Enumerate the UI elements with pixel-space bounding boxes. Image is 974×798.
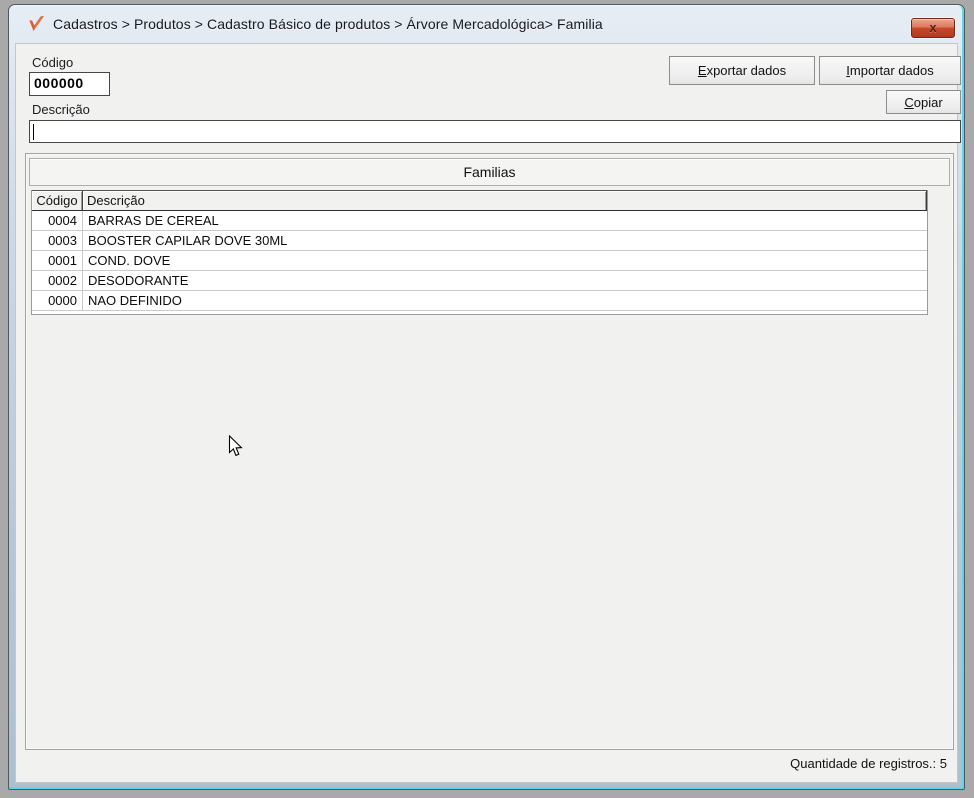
column-header-descricao[interactable]: Descrição [83,191,927,210]
cell-codigo: 0001 [32,251,83,270]
table-row[interactable]: 0004 BARRAS DE CEREAL [32,211,927,231]
titlebar[interactable]: Cadastros > Produtos > Cadastro Básico d… [9,5,964,43]
descricao-input[interactable] [29,120,961,143]
cell-codigo: 0000 [32,291,83,310]
cell-descricao: NAO DEFINIDO [88,293,182,308]
cell-codigo: 0002 [32,271,83,290]
exportar-label: xportar dados [706,63,787,78]
cell-descricao: BARRAS DE CEREAL [88,213,219,228]
cell-descricao: DESODORANTE [88,273,189,288]
codigo-input[interactable]: 000000 [29,72,110,96]
cell-codigo: 0003 [32,231,83,250]
copiar-mnemonic: C [904,94,914,110]
table-row[interactable]: 0003 BOOSTER CAPILAR DOVE 30ML [32,231,927,251]
copiar-button[interactable]: Copiar [886,90,961,114]
importar-label: mportar dados [849,63,934,78]
window-title: Cadastros > Produtos > Cadastro Básico d… [53,16,603,32]
copiar-label: opiar [913,94,943,110]
client-area: Código 000000 Exportar dados Importar da… [15,43,961,783]
app-logo-check-icon [29,15,45,32]
record-count-status: Quantidade de registros.: 5 [790,756,947,771]
cell-codigo: 0004 [32,211,83,230]
cell-descricao: BOOSTER CAPILAR DOVE 30ML [88,233,288,248]
familias-panel: Familias Código Descrição 0004 BARRAS DE… [25,153,954,750]
familias-panel-title: Familias [29,158,950,186]
close-button[interactable]: x [911,18,955,38]
familias-table[interactable]: Código Descrição 0004 BARRAS DE CEREAL 0… [31,190,928,315]
table-header-row: Código Descrição [32,190,927,211]
text-caret [33,124,34,140]
mouse-cursor-icon [228,435,243,457]
table-bottom-padding [32,311,927,314]
codigo-label: Código [32,55,74,70]
exportar-mnemonic: E [697,63,707,78]
column-header-codigo[interactable]: Código [32,191,83,210]
table-row[interactable]: 0002 DESODORANTE [32,271,927,291]
importar-dados-button[interactable]: Importar dados [819,56,961,85]
cell-descricao: COND. DOVE [88,253,171,268]
table-row[interactable]: 0000 NAO DEFINIDO [32,291,927,311]
table-row[interactable]: 0001 COND. DOVE [32,251,927,271]
app-window: Cadastros > Produtos > Cadastro Básico d… [8,4,965,790]
exportar-dados-button[interactable]: Exportar dados [669,56,815,85]
descricao-label: Descrição [32,102,90,117]
